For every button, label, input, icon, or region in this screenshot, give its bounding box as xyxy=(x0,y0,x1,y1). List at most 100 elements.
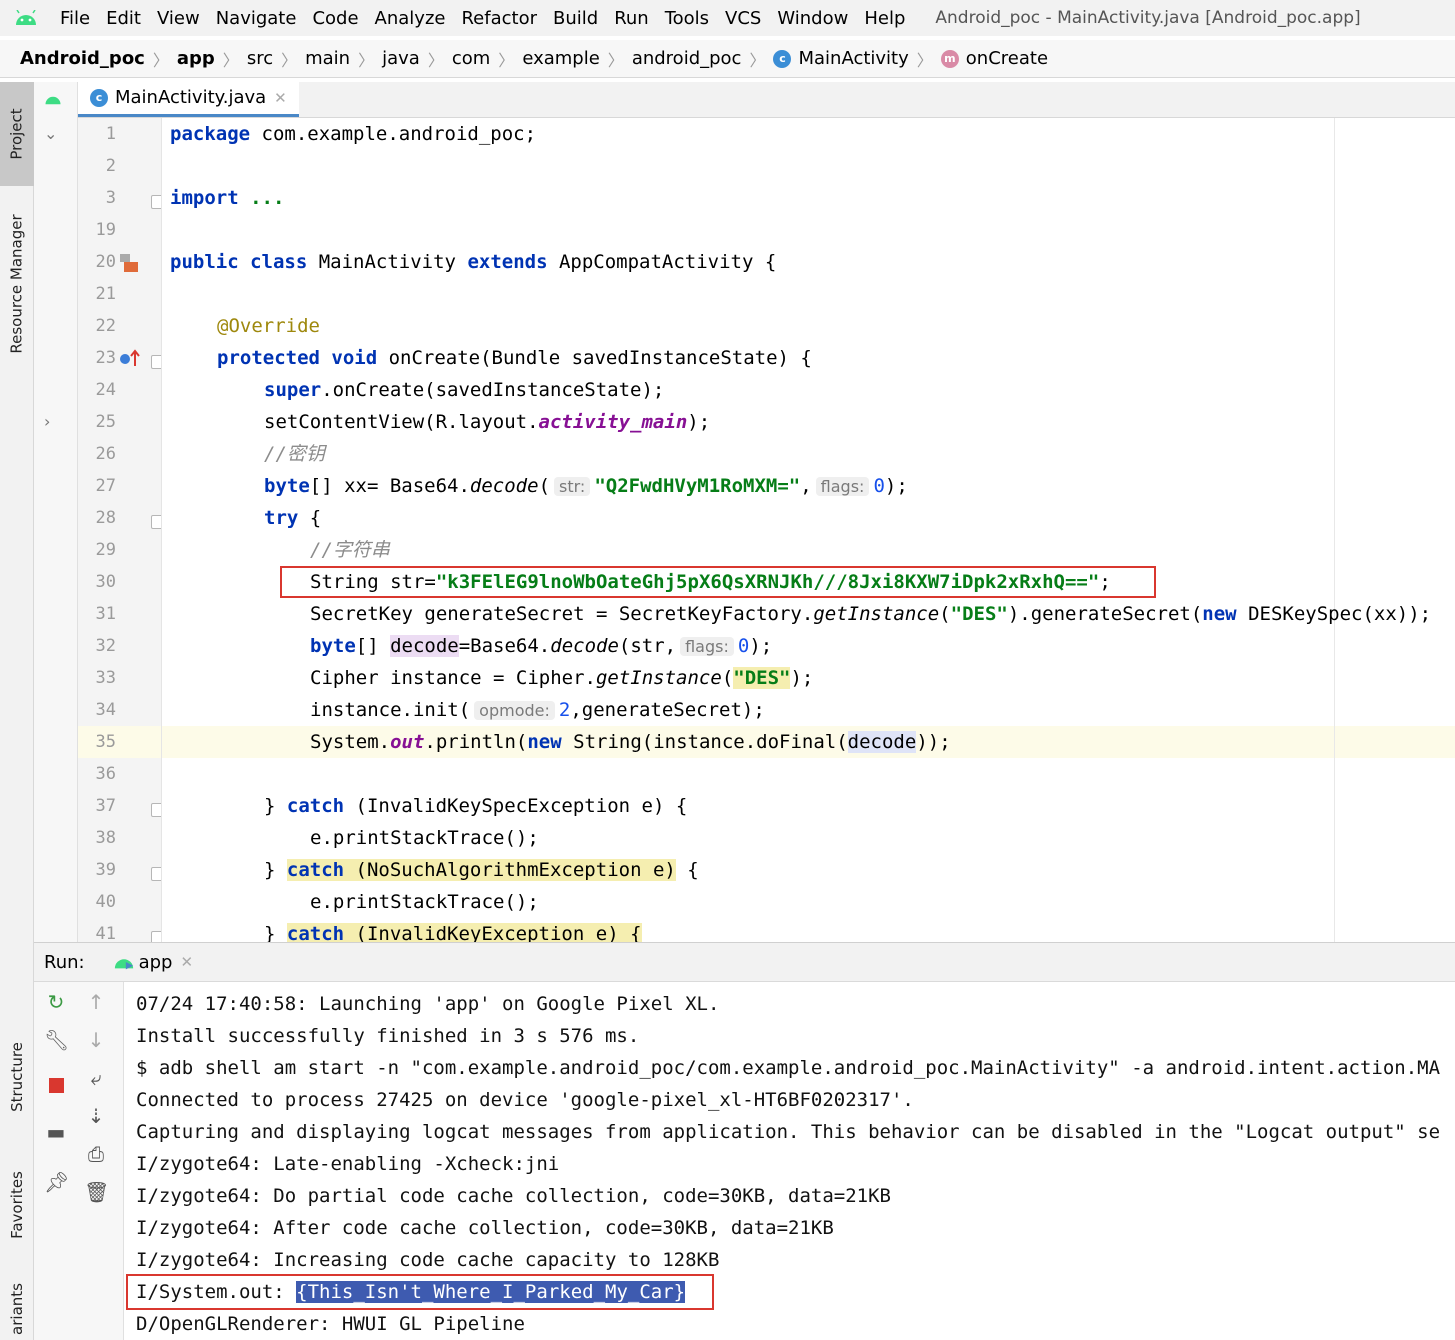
code-line: } catch (InvalidKeySpecException e) { xyxy=(264,795,688,817)
rerun-icon[interactable]: ↻ xyxy=(44,990,68,1014)
arrow-up-icon[interactable]: ↑ xyxy=(84,990,108,1014)
menu-build[interactable]: Build xyxy=(545,8,606,29)
override-method-icon[interactable] xyxy=(118,348,142,373)
code-line: protected void onCreate(Bundle savedInst… xyxy=(217,347,812,369)
class-icon: c xyxy=(773,49,792,68)
crumb-main[interactable]: main xyxy=(305,48,350,69)
code-line: setContentView(R.layout.activity_main); xyxy=(264,411,711,433)
wrench-icon[interactable]: 🔧︎ xyxy=(44,1028,69,1052)
soft-wrap-icon[interactable]: ⤶ xyxy=(84,1066,108,1090)
menu-help[interactable]: Help xyxy=(856,8,913,29)
tab-favorites[interactable]: Favorites xyxy=(0,1150,34,1260)
tab-build-variants-label: ariants xyxy=(8,1283,27,1335)
menu-navigate[interactable]: Navigate xyxy=(208,8,305,29)
arrow-down-icon[interactable]: ↓ xyxy=(84,1028,108,1052)
menu-file[interactable]: File xyxy=(52,8,98,29)
close-icon[interactable]: ✕ xyxy=(274,89,287,107)
menu-code[interactable]: Code xyxy=(304,8,366,29)
fold-icon[interactable] xyxy=(151,515,161,529)
line-number: 34 xyxy=(95,700,116,720)
chevron-right-icon[interactable]: › xyxy=(44,412,50,431)
layout-icon[interactable]: ▬ xyxy=(44,1120,68,1144)
run-panel-header: Run: app ✕ xyxy=(34,942,1455,982)
tab-mainactivity[interactable]: c MainActivity.java ✕ xyxy=(78,81,299,117)
tab-resource-manager[interactable]: Resource Manager xyxy=(0,194,34,374)
crumb-src[interactable]: src xyxy=(247,48,273,69)
code-line: //字符串 xyxy=(310,539,390,561)
menu-refactor[interactable]: Refactor xyxy=(453,8,545,29)
tab-mainactivity-label: MainActivity.java xyxy=(115,87,267,108)
code-line: byte[] decode=Base64.decode(str, flags: 0)… xyxy=(310,635,773,657)
chevron-right-icon: 〉 xyxy=(749,50,766,70)
left-tool-strip: Project Resource Manager Structure Favor… xyxy=(0,82,34,1340)
menu-tools[interactable]: Tools xyxy=(657,8,717,29)
menu-bar: File Edit View Navigate Code Analyze Ref… xyxy=(0,0,1455,36)
line-number: 22 xyxy=(95,316,116,336)
menu-edit[interactable]: Edit xyxy=(98,8,149,29)
menu-vcs[interactable]: VCS xyxy=(717,8,769,29)
console-line: Install successfully finished in 3 s 576… xyxy=(136,1025,640,1047)
tab-build-variants[interactable]: ariants xyxy=(0,1278,34,1340)
close-icon[interactable]: ✕ xyxy=(180,953,193,971)
crumb-package[interactable]: android_poc xyxy=(632,48,742,69)
console-line: I/zygote64: After code cache collection,… xyxy=(136,1217,834,1239)
crumb-com[interactable]: com xyxy=(452,48,490,69)
crumb-example[interactable]: example xyxy=(522,48,599,69)
code-line: //密钥 xyxy=(264,443,325,465)
code-line: try { xyxy=(264,507,322,529)
line-number: 19 xyxy=(95,220,116,240)
chevron-right-icon: 〉 xyxy=(222,50,239,70)
line-number: 31 xyxy=(95,604,116,624)
fold-icon[interactable] xyxy=(151,867,161,881)
code-editor[interactable]: package com.example.android_poc; import … xyxy=(162,118,1455,942)
line-number: 36 xyxy=(95,764,116,784)
line-number: 24 xyxy=(95,380,116,400)
chevron-down-icon[interactable]: ⌄ xyxy=(44,124,57,143)
fold-icon[interactable] xyxy=(151,803,161,817)
tab-structure[interactable]: Structure xyxy=(0,1022,34,1132)
run-tab-label: app xyxy=(138,951,173,973)
crumb-class[interactable]: c MainActivity xyxy=(773,48,909,69)
console-line: 07/24 17:40:58: Launching 'app' on Googl… xyxy=(136,993,720,1015)
code-line: } catch (NoSuchAlgorithmException e) { xyxy=(264,859,699,881)
menu-analyze[interactable]: Analyze xyxy=(367,8,454,29)
pin-icon[interactable]: 📌︎ xyxy=(44,1170,69,1194)
code-line: } catch (InvalidKeyException e) { xyxy=(264,918,642,942)
menu-view[interactable]: View xyxy=(149,8,208,29)
run-console-output[interactable]: 07/24 17:40:58: Launching 'app' on Googl… xyxy=(124,982,1455,1340)
code-line: byte[] xx= Base64.decode(str: "Q2FwdHVyM1… xyxy=(264,475,908,497)
line-number: 30 xyxy=(95,572,116,592)
crumb-module[interactable]: app xyxy=(177,48,215,69)
run-tab-app[interactable]: app ✕ xyxy=(113,952,193,973)
crumb-java[interactable]: java xyxy=(382,48,420,69)
line-number: 28 xyxy=(95,508,116,528)
android-layout-icon[interactable] xyxy=(118,252,140,279)
code-line: @Override xyxy=(217,315,320,337)
fold-icon[interactable] xyxy=(151,355,161,369)
android-icon xyxy=(44,90,62,109)
menu-run[interactable]: Run xyxy=(606,8,657,29)
crumb-project[interactable]: Android_poc xyxy=(20,48,145,69)
tab-project[interactable]: Project xyxy=(0,82,34,186)
line-number: 39 xyxy=(95,860,116,880)
trash-icon[interactable]: 🗑︎ xyxy=(84,1180,109,1204)
line-number: 23 xyxy=(95,348,116,368)
scroll-to-end-icon[interactable]: ⇣ xyxy=(84,1104,108,1128)
code-line: System.out.println(new String(instance.d… xyxy=(310,731,951,753)
code-line: Cipher instance = Cipher.getInstance("DE… xyxy=(310,667,814,689)
line-number: 38 xyxy=(95,828,116,848)
stop-icon[interactable] xyxy=(44,1074,68,1098)
crumb-method[interactable]: m onCreate xyxy=(940,48,1048,69)
fold-icon[interactable] xyxy=(151,931,161,942)
print-icon[interactable]: ⎙ xyxy=(84,1142,108,1166)
run-toolbar: ↻ ↑ 🔧︎ ↓ ⤶ ▬ ⇣ ⎙ 📌︎ 🗑︎ xyxy=(34,982,124,1340)
menu-window[interactable]: Window xyxy=(769,8,856,29)
chevron-right-icon: 〉 xyxy=(152,50,169,70)
line-number: 2 xyxy=(105,156,116,176)
fold-icon[interactable] xyxy=(151,195,161,209)
line-number: 1 xyxy=(105,124,116,144)
console-line: Connected to process 27425 on device 'go… xyxy=(136,1089,914,1111)
annotation-box-flag xyxy=(126,1274,714,1310)
class-icon: c xyxy=(90,88,108,107)
code-line: super.onCreate(savedInstanceState); xyxy=(264,379,665,401)
